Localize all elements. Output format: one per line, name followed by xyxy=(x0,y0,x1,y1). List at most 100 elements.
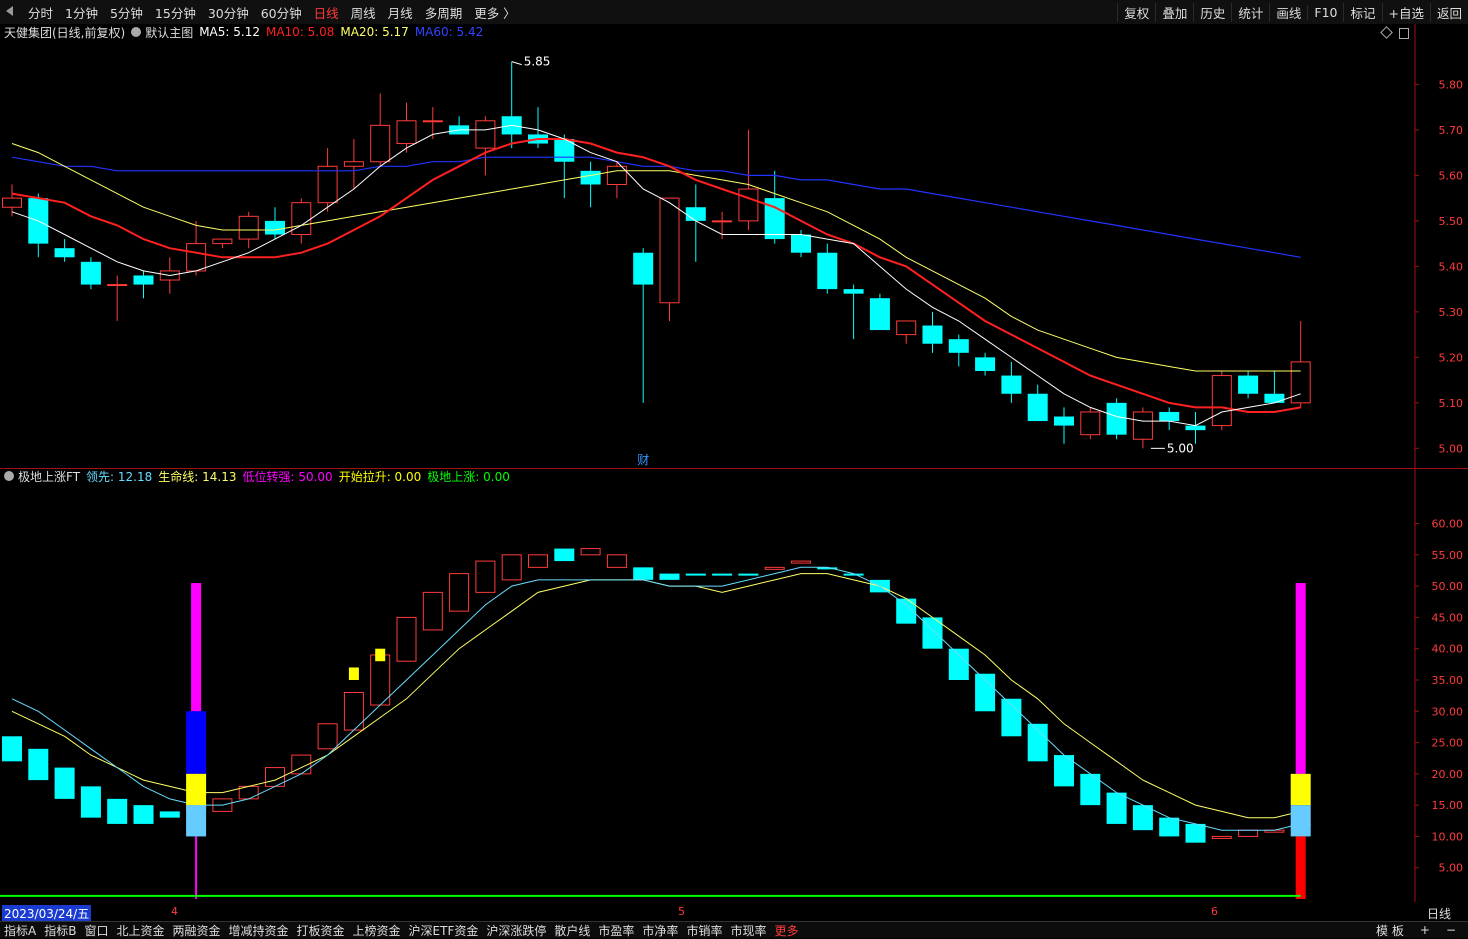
indicator-tab-15[interactable]: 更多 xyxy=(770,922,802,939)
stock-title[interactable]: 天健集团(日线,前复权) xyxy=(4,24,125,41)
indicator-tab-5[interactable]: 增减持资金 xyxy=(225,922,293,939)
lightblue-signal-bar-1 xyxy=(186,805,207,837)
indicator-tab-1[interactable]: 指标B xyxy=(40,922,80,939)
indicator-box-down xyxy=(712,573,733,576)
ind-ytick-label: 30.00 xyxy=(1432,705,1464,718)
period-tab-3[interactable]: 15分钟 xyxy=(149,3,202,22)
indicator-tab-0[interactable]: 指标A xyxy=(0,922,40,939)
period-tab-7[interactable]: 周线 xyxy=(345,3,382,22)
indicator-box-up xyxy=(501,554,522,581)
low-turn-value: 低位转强: 50.00 xyxy=(242,469,333,484)
period-tab-6[interactable]: 日线 xyxy=(308,3,345,22)
tool-button-6[interactable]: 标记 xyxy=(1343,2,1381,22)
candle-body-down xyxy=(817,252,838,290)
period-tab-4[interactable]: 30分钟 xyxy=(202,3,255,22)
bottom-control-1[interactable]: + xyxy=(1412,923,1438,937)
candle-body-up xyxy=(291,202,312,236)
indicator-tab-14[interactable]: 市现率 xyxy=(726,922,770,939)
period-tab-2[interactable]: 5分钟 xyxy=(104,3,149,22)
candle-body-up xyxy=(1290,361,1311,404)
main-ytick-label: 5.10 xyxy=(1439,397,1464,410)
cursor-date: 2023/03/24/五 xyxy=(2,905,92,922)
tool-button-4[interactable]: 画线 xyxy=(1269,2,1307,22)
period-tab-0[interactable]: 分时 xyxy=(22,3,59,22)
month-tick-4: 4 xyxy=(171,905,178,918)
candle-body-down xyxy=(922,325,943,344)
indicator-box-up xyxy=(422,591,443,631)
indicator-box-up xyxy=(1211,835,1232,839)
indicator-box-up xyxy=(396,616,417,662)
lead-value: 领先: 12.18 xyxy=(86,469,153,484)
indicator-gear-icon[interactable] xyxy=(4,471,14,481)
indicator-tab-10[interactable]: 散户线 xyxy=(550,922,594,939)
indicator-box-up xyxy=(580,548,601,556)
bottom-control-2[interactable]: − xyxy=(1438,923,1464,937)
tool-button-8[interactable]: 返回 xyxy=(1429,2,1468,22)
finance-marker-icon[interactable]: 财 xyxy=(637,453,649,467)
indicator-box-up xyxy=(449,573,470,612)
main-ytick-label: 5.20 xyxy=(1439,351,1464,364)
template-name[interactable]: 默认主图 xyxy=(145,24,193,41)
indicator-box-up xyxy=(764,566,785,570)
candle-body-down xyxy=(1159,411,1180,422)
period-label[interactable]: 日线 xyxy=(1427,905,1451,922)
candle-body-down xyxy=(633,252,654,285)
ind-ytick-label: 15.00 xyxy=(1432,799,1464,812)
indicator-tab-4[interactable]: 两融资金 xyxy=(168,922,224,939)
bottom-control-0[interactable]: 模 板 xyxy=(1368,922,1412,939)
tool-button-3[interactable]: 统计 xyxy=(1231,2,1269,22)
candle-body-down xyxy=(948,339,969,353)
high-price-label: 5.85 xyxy=(524,55,551,69)
indicator-tab-8[interactable]: 沪深ETF资金 xyxy=(405,922,483,939)
indicator-box-down xyxy=(948,648,969,680)
indicator-box-down xyxy=(685,573,706,576)
tool-button-0[interactable]: 复权 xyxy=(1117,2,1155,22)
indicator-tab-9[interactable]: 沪深涨跌停 xyxy=(482,922,550,939)
period-tab-5[interactable]: 60分钟 xyxy=(255,3,308,22)
indicator-tab-2[interactable]: 窗口 xyxy=(80,922,112,939)
pull-signal-mark xyxy=(348,667,359,680)
tool-button-7[interactable]: +自选 xyxy=(1381,2,1430,22)
left-arrow-icon[interactable] xyxy=(6,6,13,16)
main-ytick-label: 5.50 xyxy=(1439,215,1464,228)
indicator-box-down xyxy=(80,786,101,818)
period-tab-10[interactable]: 更多 〉 xyxy=(468,3,521,22)
indicator-tab-12[interactable]: 市净率 xyxy=(638,922,682,939)
period-tab-9[interactable]: 多周期 xyxy=(419,3,469,22)
pull-signal-mark xyxy=(375,648,386,662)
candle-body-down xyxy=(1054,416,1074,426)
period-tab-8[interactable]: 月线 xyxy=(382,3,419,22)
candle-body-down xyxy=(1264,393,1285,403)
tool-button-2[interactable]: 历史 xyxy=(1193,2,1231,22)
candle-body-up xyxy=(475,120,496,149)
candle-body-up xyxy=(370,124,391,163)
period-tab-1[interactable]: 1分钟 xyxy=(59,3,104,22)
indicator-name[interactable]: 极地上涨FT xyxy=(18,468,80,485)
candle-body-up xyxy=(343,161,364,167)
main-legend: 天健集团(日线,前复权) 默认主图 MA5: 5.12 MA10: 5.08 M… xyxy=(4,24,489,40)
indicator-box-down xyxy=(1185,823,1206,843)
tool-button-1[interactable]: 叠加 xyxy=(1155,2,1193,22)
indicator-tab-13[interactable]: 市销率 xyxy=(682,922,726,939)
indicator-chart[interactable]: 60.00 55.00 50.00 45.00 40.00 35.00 30.00 25.00… xyxy=(0,468,1468,902)
ind-ytick-label: 45.00 xyxy=(1432,611,1464,624)
candle-body-down xyxy=(1238,375,1259,394)
template-gear-icon[interactable] xyxy=(131,27,142,37)
ind-ytick-label: 20.00 xyxy=(1432,768,1464,781)
indicator-pane[interactable]: 60.00 55.00 50.00 45.00 40.00 35.00 30.00 25.00… xyxy=(0,468,1468,902)
indicator-tab-11[interactable]: 市盈率 xyxy=(594,922,638,939)
indicator-box-down xyxy=(107,798,128,824)
indicator-tab-7[interactable]: 上榜资金 xyxy=(349,922,405,939)
indicator-tab-6[interactable]: 打板资金 xyxy=(293,922,349,939)
diamond-icon[interactable] xyxy=(1380,26,1393,39)
candle-body-up xyxy=(186,243,207,272)
indicator-tab-3[interactable]: 北上资金 xyxy=(112,922,168,939)
main-ytick-label: 5.30 xyxy=(1439,306,1464,319)
indicator-box-up xyxy=(791,560,811,564)
candlestick-chart[interactable]: 5.80 5.70 5.60 5.50 5.40 5.30 5.20 5.10 5.00 5.85… xyxy=(0,24,1468,468)
maximize-icon[interactable] xyxy=(1399,28,1409,39)
tool-button-5[interactable]: F10 xyxy=(1307,4,1343,20)
main-chart-pane[interactable]: 5.80 5.70 5.60 5.50 5.40 5.30 5.20 5.10 5.00 5.85… xyxy=(0,24,1468,468)
chart-tools: 复权 叠加 历史 统计 画线 F10 标记 +自选 返回 xyxy=(1117,0,1468,24)
indicator-box-up xyxy=(370,654,391,706)
